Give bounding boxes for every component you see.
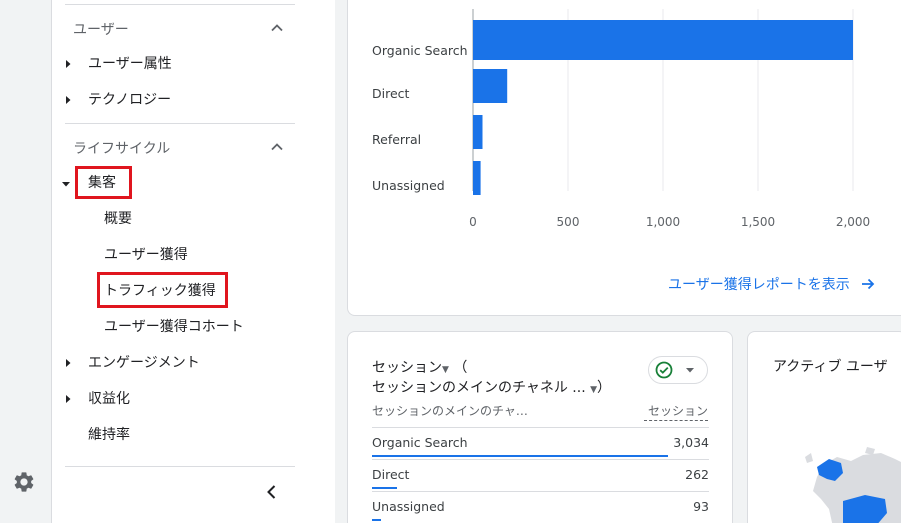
metric-label: セッション bbox=[372, 360, 442, 376]
world-map bbox=[805, 447, 901, 523]
highlight-box bbox=[75, 166, 132, 199]
nav-subitem-user-acquisition-cohort[interactable]: ユーザー獲得コホート bbox=[104, 315, 244, 339]
highlight-box bbox=[97, 272, 228, 308]
row-value: 3,034 bbox=[673, 435, 709, 450]
row-share-bar bbox=[372, 455, 668, 457]
nav-subitem-overview[interactable]: 概要 bbox=[104, 207, 132, 231]
nav-subitem-user-acquisition[interactable]: ユーザー獲得 bbox=[104, 243, 188, 267]
settings-gear-icon[interactable] bbox=[12, 470, 36, 494]
caret-right-icon bbox=[66, 395, 71, 403]
nav-item-monetization[interactable]: 収益化 bbox=[66, 387, 130, 411]
divider bbox=[65, 4, 295, 5]
bar-referral[interactable] bbox=[473, 115, 483, 149]
nav-item-engagement[interactable]: エンゲージメント bbox=[66, 351, 200, 375]
traffic-bar-chart: 0 500 1,000 1,500 2,000 Organic Search Direct R… bbox=[372, 9, 870, 229]
x-tick-label: 1,500 bbox=[741, 215, 775, 229]
dimension-label: セッションのメインのチャネル ... bbox=[372, 380, 586, 396]
table-row[interactable]: Organic Search 3,034 bbox=[372, 427, 709, 459]
table-row[interactable]: Direct 262 bbox=[372, 459, 709, 491]
active-users-card: アクティブ ユーザ bbox=[747, 331, 901, 523]
caret-right-icon bbox=[66, 60, 71, 68]
x-tick-label: 2,000 bbox=[836, 215, 870, 229]
close-paren: ） bbox=[597, 380, 612, 396]
dimension-selector[interactable]: セッションのメインのチャネル ... ▼） bbox=[372, 377, 611, 397]
nav-item-label: エンゲージメント bbox=[88, 355, 200, 371]
nav-item-retention[interactable]: 維持率 bbox=[88, 423, 130, 447]
sessions-metric-selector[interactable]: セッション▼ （ bbox=[372, 357, 467, 377]
collapse-sidebar-icon[interactable] bbox=[262, 482, 282, 502]
view-user-acquisition-report-link[interactable]: ユーザー獲得レポートを表示 bbox=[668, 274, 850, 294]
nav-item-label: ユーザー属性 bbox=[88, 56, 172, 72]
chevron-up-icon[interactable] bbox=[270, 21, 284, 35]
table-row[interactable]: Unassigned 93 bbox=[372, 491, 709, 523]
caret-right-icon bbox=[66, 96, 71, 104]
category-label: Direct bbox=[372, 86, 410, 101]
row-value: 262 bbox=[685, 467, 709, 482]
open-paren: （ bbox=[453, 360, 468, 376]
nav-item-label: テクノロジー bbox=[88, 92, 172, 108]
nav-item-user-attributes[interactable]: ユーザー属性 bbox=[66, 52, 172, 76]
row-value: 93 bbox=[693, 499, 709, 514]
bar-unassigned[interactable] bbox=[473, 161, 481, 195]
section-title-users[interactable]: ユーザー bbox=[73, 19, 129, 39]
nav-item-technology[interactable]: テクノロジー bbox=[66, 88, 172, 112]
divider bbox=[65, 466, 295, 467]
column-header-sessions[interactable]: セッション bbox=[644, 402, 708, 421]
dropdown-arrow-icon[interactable]: ▼ bbox=[442, 365, 449, 375]
chevron-up-icon[interactable] bbox=[270, 140, 284, 154]
section-title-lifecycle[interactable]: ライフサイクル bbox=[73, 138, 170, 158]
column-header-channel: セッションのメインのチャ… bbox=[372, 404, 528, 418]
category-label: Organic Search bbox=[372, 43, 468, 58]
card-title: アクティブ ユーザ bbox=[773, 359, 888, 375]
divider bbox=[65, 123, 295, 124]
row-share-bar bbox=[372, 487, 398, 489]
left-rail bbox=[0, 0, 52, 523]
bar-organic-search[interactable] bbox=[473, 20, 853, 60]
caret-right-icon bbox=[66, 359, 71, 367]
row-share-bar bbox=[372, 519, 382, 521]
traffic-chart-card: 0 500 1,000 1,500 2,000 Organic Search Direct R… bbox=[347, 0, 901, 316]
x-tick-label: 1,000 bbox=[646, 215, 680, 229]
x-tick-label: 0 bbox=[469, 215, 477, 229]
sessions-card: セッション▼ （ セッションのメインのチャネル ... ▼） セッションのメイン… bbox=[347, 331, 733, 523]
caret-down-icon bbox=[62, 182, 70, 187]
category-label: Unassigned bbox=[372, 178, 445, 193]
dropdown-arrow-icon[interactable]: ▼ bbox=[590, 385, 597, 395]
nav-item-label: 収益化 bbox=[88, 391, 130, 407]
row-label: Direct bbox=[372, 467, 410, 482]
bar-direct[interactable] bbox=[473, 69, 508, 103]
chevron-down-icon bbox=[686, 368, 694, 373]
category-label: Referral bbox=[372, 132, 421, 147]
row-label: Organic Search bbox=[372, 435, 468, 450]
arrow-right-icon[interactable] bbox=[860, 276, 876, 292]
x-tick-label: 500 bbox=[557, 215, 580, 229]
comparison-status-button[interactable] bbox=[648, 356, 708, 384]
check-circle-icon bbox=[655, 361, 673, 379]
row-label: Unassigned bbox=[372, 499, 445, 514]
sidebar-nav: ユーザー ユーザー属性 テクノロジー ライフサイクル 集客 概要 ユーザー獲得 … bbox=[52, 0, 335, 523]
